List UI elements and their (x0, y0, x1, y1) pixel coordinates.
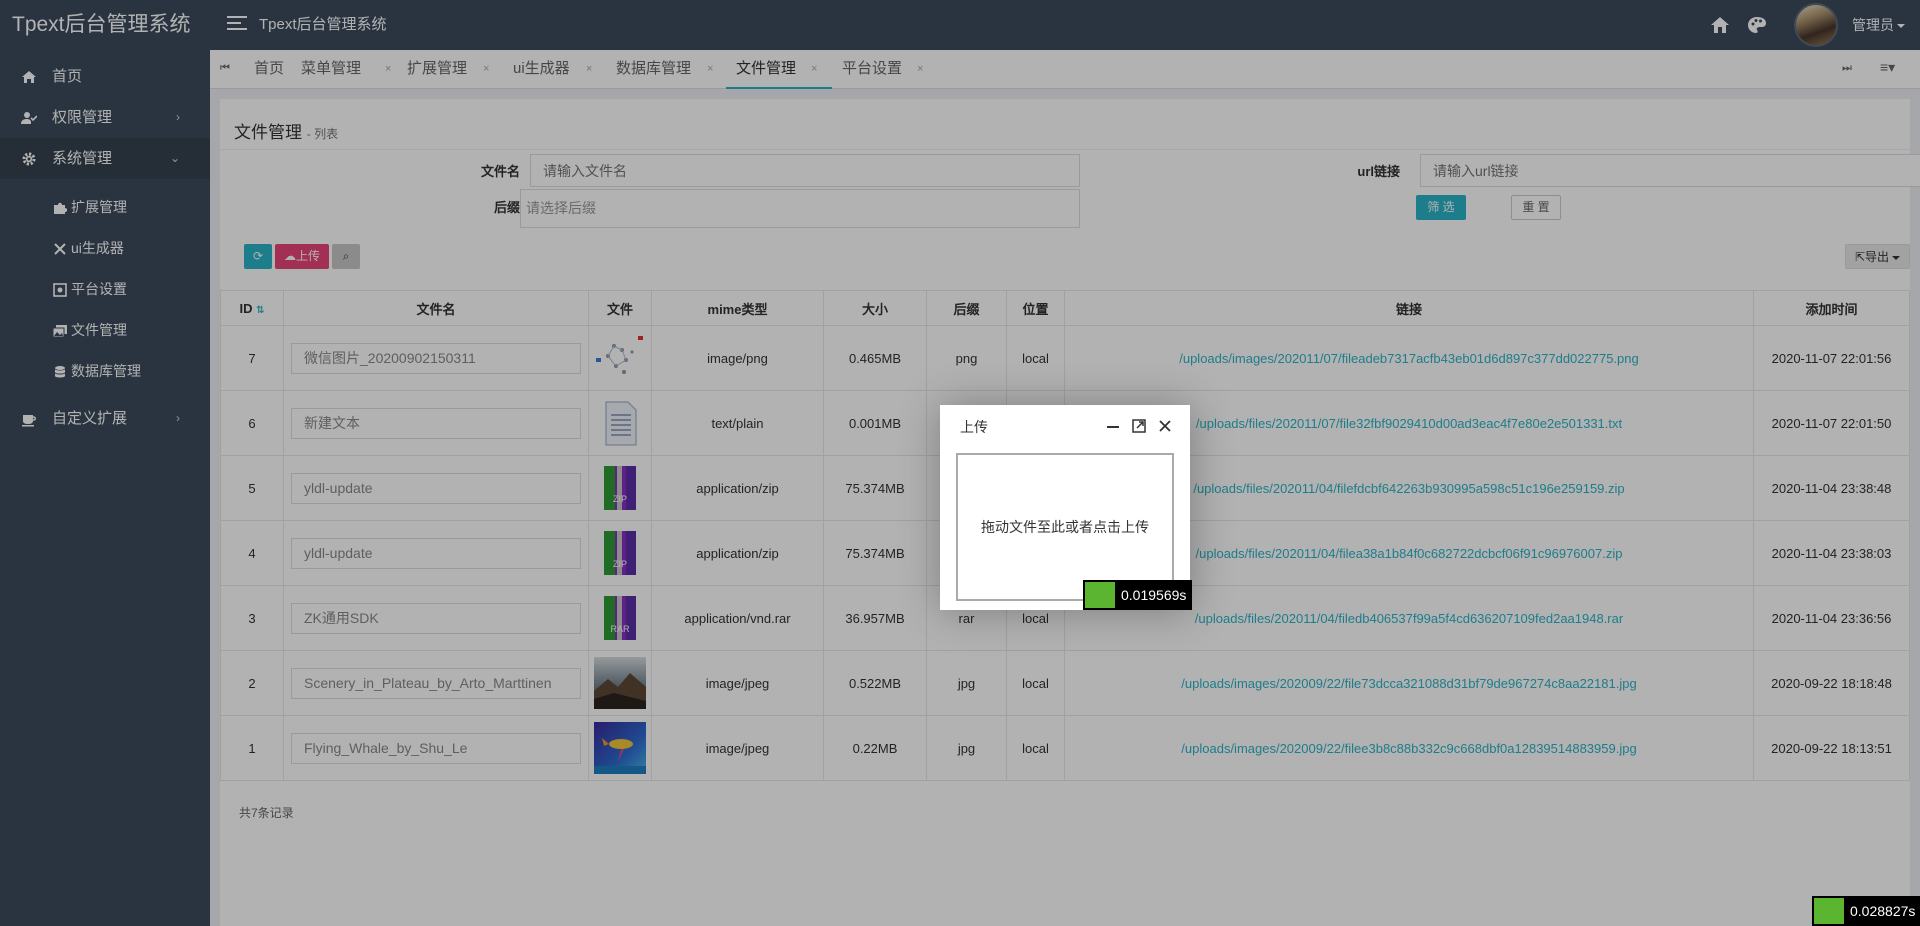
timer-value: 0.028827s (1850, 903, 1916, 919)
maximize-icon[interactable] (1131, 418, 1147, 434)
minimize-icon[interactable] (1105, 418, 1121, 434)
close-icon[interactable] (1157, 418, 1173, 434)
timer-value: 0.019569s (1121, 587, 1187, 603)
debug-timer-dialog[interactable]: 0.019569s (1083, 580, 1193, 610)
dialog-title: 上传 (960, 419, 988, 435)
trace-logo-icon (1814, 898, 1844, 924)
upload-dropzone[interactable]: 拖动文件至此或者点击上传 (956, 453, 1174, 601)
trace-logo-icon (1085, 582, 1115, 608)
debug-timer-page[interactable]: 0.028827s (1812, 896, 1920, 926)
